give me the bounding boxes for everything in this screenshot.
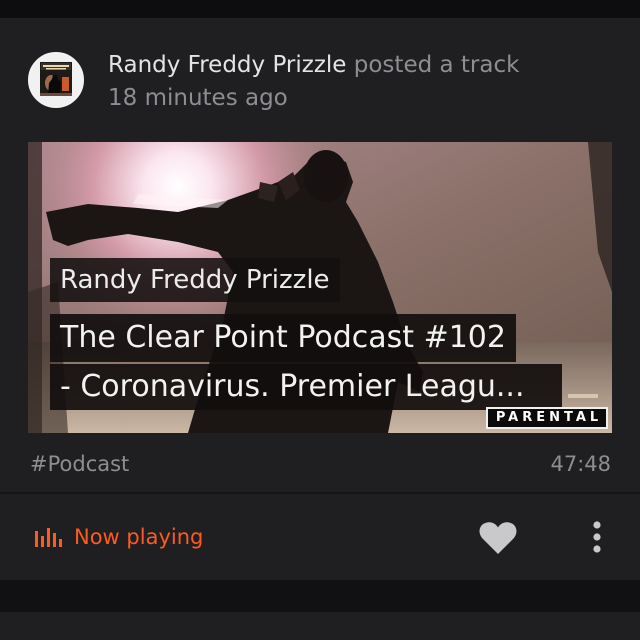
card-divider (0, 492, 640, 494)
user-name-link[interactable]: Randy Freddy Prizzle (108, 52, 346, 78)
feed-screen: Randy Freddy Prizzle posted a track 18 m… (0, 0, 640, 640)
user-avatar[interactable] (28, 52, 84, 108)
post-header: Randy Freddy Prizzle posted a track (108, 50, 519, 80)
top-spacer (0, 0, 640, 18)
now-playing-label: Now playing (74, 525, 204, 549)
like-button[interactable] (478, 520, 518, 556)
heart-icon (479, 522, 517, 554)
card-gap (0, 580, 640, 612)
now-playing-button[interactable]: Now playing (34, 520, 203, 554)
artwork-title-line-2: - Coronavirus. Premier Leagu... (50, 364, 562, 410)
track-post-card: Randy Freddy Prizzle posted a track 18 m… (0, 18, 640, 580)
equalizer-icon (35, 528, 62, 547)
track-duration: 47:48 (550, 452, 611, 476)
post-timestamp: 18 minutes ago (108, 85, 288, 111)
more-options-button[interactable] (584, 518, 610, 558)
album-cover-avatar (31, 55, 81, 105)
next-feed-card (0, 612, 640, 640)
post-action-text: posted a track (353, 52, 520, 78)
track-artwork[interactable]: Randy Freddy Prizzle The Clear Point Pod… (28, 142, 612, 433)
track-tag[interactable]: #Podcast (30, 450, 129, 478)
artwork-artist-label: Randy Freddy Prizzle (50, 258, 340, 302)
artwork-title-line-1: The Clear Point Podcast #102 (50, 314, 516, 362)
parental-advisory-badge: PARENTAL (486, 407, 608, 429)
more-vertical-icon (593, 521, 601, 553)
